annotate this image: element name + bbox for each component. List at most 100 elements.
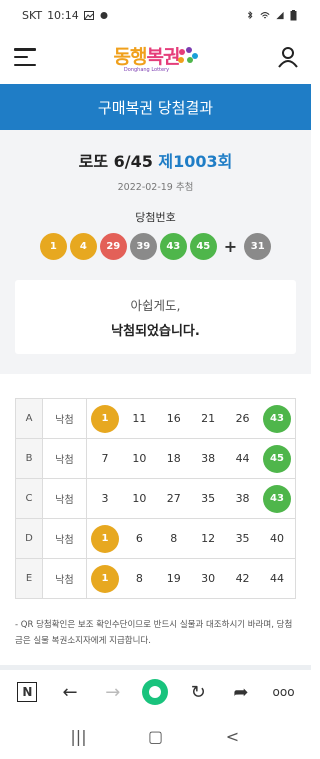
draw-date: 2022-02-19 추첨 bbox=[117, 182, 194, 193]
winning-ball: 39 bbox=[129, 233, 157, 260]
game-number: 16 bbox=[166, 412, 181, 425]
naver-button[interactable]: N bbox=[12, 677, 42, 707]
more-icon: ooo bbox=[272, 685, 295, 699]
system-home-button[interactable]: ▢ bbox=[141, 727, 171, 746]
share-button[interactable]: ➦ bbox=[226, 677, 256, 707]
game-number: 44 bbox=[269, 572, 284, 585]
app-header: 동행 복권 Donghang Lottery bbox=[0, 30, 311, 84]
logo[interactable]: 동행 복권 Donghang Lottery bbox=[114, 42, 200, 73]
carrier-label: SKT bbox=[22, 8, 43, 22]
matched-number: 43 bbox=[262, 484, 291, 513]
system-back-button[interactable]: < bbox=[218, 727, 248, 746]
game-number: 11 bbox=[132, 412, 147, 425]
user-icon[interactable] bbox=[277, 46, 299, 68]
game-number: 12 bbox=[201, 532, 216, 545]
wifi-icon bbox=[260, 11, 270, 18]
gallery-icon bbox=[83, 10, 94, 20]
game-number: 21 bbox=[201, 412, 216, 425]
logo-subtitle: Donghang Lottery bbox=[123, 66, 170, 73]
arrow-left-icon: ← bbox=[62, 681, 78, 703]
share-icon: ➦ bbox=[233, 681, 249, 703]
clock: 10:14 bbox=[47, 8, 79, 22]
matched-number: 1 bbox=[91, 564, 119, 593]
game-status: 낙첨 bbox=[42, 518, 87, 559]
game-name: 로또 6/45 bbox=[78, 152, 159, 171]
winning-ball: 43 bbox=[159, 233, 187, 260]
draw-round: 제1003회 bbox=[158, 152, 233, 171]
winning-ball: 29 bbox=[99, 233, 127, 260]
winning-ball: 1 bbox=[39, 233, 67, 260]
game-row: A 낙첨 1 11 16 21 26 43 bbox=[15, 398, 296, 439]
winning-ball: 4 bbox=[69, 233, 97, 260]
notice-text: - QR 당첨확인은 보조 확인수단이므로 반드시 실물과 대조하시기 바라며,… bbox=[0, 609, 311, 665]
bluetooth-icon bbox=[247, 10, 253, 19]
menu-icon[interactable] bbox=[14, 48, 36, 66]
game-status: 낙첨 bbox=[42, 438, 87, 479]
game-number: 10 bbox=[132, 492, 147, 505]
game-number: 35 bbox=[235, 532, 250, 545]
more-button[interactable]: ooo bbox=[269, 677, 299, 707]
browser-toolbar: N ← → ↻ ➦ ooo bbox=[0, 670, 311, 714]
game-number: 42 bbox=[235, 572, 250, 585]
game-numbers: 1 6 8 12 35 40 bbox=[86, 518, 296, 559]
game-number: 26 bbox=[235, 412, 250, 425]
status-bar: SKT 10:14 bbox=[0, 0, 311, 30]
result-message-card: 아쉽게도, 낙첨되었습니다. bbox=[15, 280, 296, 354]
game-numbers: 3 10 27 35 38 43 bbox=[86, 478, 296, 519]
games-table: A 낙첨 1 11 16 21 26 43 B 낙첨 7 10 18 38 44 45 C 낙첨 3 10 27 35 38… bbox=[15, 398, 296, 599]
winning-ball: 45 bbox=[189, 233, 217, 260]
game-numbers: 1 11 16 21 26 43 bbox=[86, 398, 296, 439]
game-number: 27 bbox=[166, 492, 181, 505]
result-message-line1: 아쉽게도, bbox=[130, 298, 181, 313]
arrow-right-icon: → bbox=[105, 681, 121, 703]
back-button[interactable]: ← bbox=[55, 677, 85, 707]
reload-button[interactable]: ↻ bbox=[183, 677, 213, 707]
notification-icon bbox=[100, 11, 108, 19]
battery-icon bbox=[290, 9, 297, 20]
game-status: 낙첨 bbox=[42, 398, 87, 439]
game-number: 35 bbox=[201, 492, 216, 505]
game-number: 7 bbox=[101, 452, 109, 465]
result-message-line2: 낙첨되었습니다. bbox=[111, 324, 200, 339]
forward-button[interactable]: → bbox=[98, 677, 128, 707]
matched-number: 1 bbox=[91, 524, 119, 553]
game-label: B bbox=[15, 438, 43, 479]
game-number: 3 bbox=[101, 492, 109, 505]
game-numbers: 1 8 19 30 42 44 bbox=[86, 558, 296, 599]
game-row: D 낙첨 1 6 8 12 35 40 bbox=[15, 518, 296, 559]
game-number: 38 bbox=[235, 492, 250, 505]
page-title: 구매복권 당첨결과 bbox=[0, 84, 311, 130]
matched-number: 1 bbox=[91, 404, 119, 433]
game-label: D bbox=[15, 518, 43, 559]
game-number: 10 bbox=[132, 452, 147, 465]
game-number: 30 bbox=[201, 572, 216, 585]
signal-icon bbox=[276, 11, 284, 19]
result-content: 로또 6/45 제1003회 2022-02-19 추첨 당첨번호 1 4 29… bbox=[0, 130, 311, 374]
winning-numbers-label: 당첨번호 bbox=[135, 211, 176, 224]
game-label: E bbox=[15, 558, 43, 599]
recents-button[interactable]: ||| bbox=[64, 727, 94, 746]
game-numbers: 7 10 18 38 44 45 bbox=[86, 438, 296, 479]
matched-number: 43 bbox=[262, 404, 291, 433]
game-label: A bbox=[15, 398, 43, 439]
game-number: 18 bbox=[166, 452, 181, 465]
home-button[interactable] bbox=[140, 677, 170, 707]
plus-sign: + bbox=[223, 237, 238, 256]
games-table-section: A 낙첨 1 11 16 21 26 43 B 낙첨 7 10 18 38 44 45 C 낙첨 3 10 27 35 38… bbox=[0, 374, 311, 609]
game-label: C bbox=[15, 478, 43, 519]
game-row: B 낙첨 7 10 18 38 44 45 bbox=[15, 438, 296, 479]
system-nav-bar: ||| ▢ < bbox=[0, 714, 311, 759]
home-circle-icon bbox=[142, 679, 169, 705]
game-status: 낙첨 bbox=[42, 558, 87, 599]
game-number: 6 bbox=[135, 532, 143, 545]
matched-number: 45 bbox=[262, 444, 291, 473]
draw-title: 로또 6/45 제1003회 bbox=[0, 148, 311, 172]
bonus-ball: 31 bbox=[244, 233, 272, 260]
game-number: 19 bbox=[166, 572, 181, 585]
naver-icon: N bbox=[17, 682, 38, 702]
game-number: 8 bbox=[170, 532, 178, 545]
reload-icon: ↻ bbox=[190, 681, 206, 703]
game-number: 38 bbox=[201, 452, 216, 465]
game-row: E 낙첨 1 8 19 30 42 44 bbox=[15, 558, 296, 599]
game-number: 44 bbox=[235, 452, 250, 465]
